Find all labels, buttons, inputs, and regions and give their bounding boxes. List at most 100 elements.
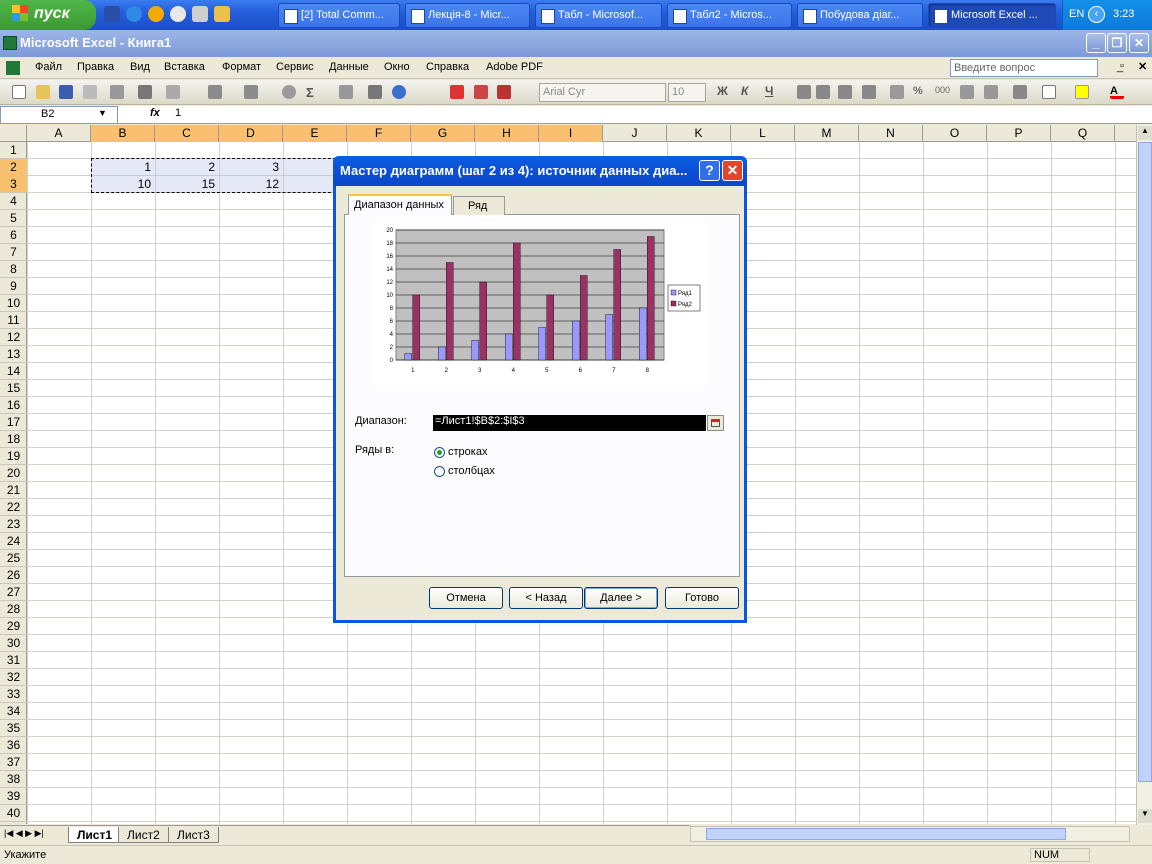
horizontal-scrollbar[interactable] (690, 826, 1130, 842)
sort-icon[interactable] (339, 85, 353, 99)
row-header[interactable]: 22 (0, 499, 27, 516)
undo-icon[interactable] (208, 85, 222, 99)
column-header[interactable]: H (475, 125, 539, 142)
new-icon[interactable] (12, 85, 26, 99)
pdf-icon[interactable] (450, 85, 464, 99)
menu-help[interactable]: Справка (426, 61, 469, 73)
paste-icon[interactable] (166, 85, 180, 99)
cancel-button[interactable]: Отмена (429, 587, 503, 609)
row-header[interactable]: 40 (0, 805, 27, 822)
increase-decimal-icon[interactable] (960, 85, 974, 99)
column-header[interactable]: G (411, 125, 475, 142)
cell-d3[interactable]: 12 (219, 177, 279, 191)
menu-window[interactable]: Окно (384, 61, 410, 73)
vertical-scrollbar[interactable]: ▲ ▼ (1136, 125, 1152, 825)
menu-view[interactable]: Вид (130, 61, 150, 73)
font-name-select[interactable]: Arial Cyr (539, 83, 666, 102)
scroll-down-icon[interactable]: ▼ (1138, 809, 1152, 823)
thousands-icon[interactable]: 000 (935, 85, 950, 99)
collapse-dialog-icon[interactable] (707, 415, 724, 431)
function-icon[interactable]: fx (150, 107, 160, 119)
row-header[interactable]: 23 (0, 516, 27, 533)
preview-icon[interactable] (138, 85, 152, 99)
indent-icon[interactable] (1013, 85, 1027, 99)
row-header[interactable]: 4 (0, 193, 27, 210)
column-header[interactable]: D (219, 125, 283, 142)
series-in-rows-label[interactable]: строках (448, 446, 487, 458)
menu-edit[interactable]: Правка (77, 61, 114, 73)
select-all-corner[interactable] (0, 125, 27, 142)
fill-color-icon[interactable] (1075, 85, 1089, 99)
percent-icon[interactable]: % (913, 85, 927, 99)
back-button[interactable]: < Назад (509, 587, 583, 609)
print-icon[interactable] (110, 85, 124, 99)
scroll-up-icon[interactable]: ▲ (1138, 126, 1152, 140)
row-header[interactable]: 26 (0, 567, 27, 584)
start-button[interactable]: пуск (0, 0, 96, 30)
row-header[interactable]: 28 (0, 601, 27, 618)
minimize-button[interactable]: _ (1086, 33, 1106, 53)
row-header[interactable]: 35 (0, 720, 27, 737)
row-header[interactable]: 25 (0, 550, 27, 567)
formula-input[interactable]: 1 (175, 107, 181, 119)
row-header[interactable]: 3 (0, 176, 27, 193)
save-icon[interactable] (59, 85, 73, 99)
pdf-email-icon[interactable] (474, 85, 488, 99)
restore-button[interactable]: ❐ (1107, 33, 1127, 53)
row-header[interactable]: 18 (0, 431, 27, 448)
redo-icon[interactable] (244, 85, 258, 99)
row-header[interactable]: 33 (0, 686, 27, 703)
taskbar-item-excel[interactable]: Microsoft Excel ... (928, 3, 1056, 28)
row-header[interactable]: 37 (0, 754, 27, 771)
tray-expand-icon[interactable]: ‹ (1088, 6, 1105, 23)
series-in-columns-radio[interactable] (434, 466, 445, 477)
cell-c3[interactable]: 15 (155, 177, 215, 191)
row-header[interactable]: 36 (0, 737, 27, 754)
row-header[interactable]: 19 (0, 448, 27, 465)
column-header[interactable]: P (987, 125, 1051, 142)
cell-d2[interactable]: 3 (219, 160, 279, 174)
save-icon[interactable] (104, 6, 120, 22)
row-header[interactable]: 5 (0, 210, 27, 227)
series-in-rows-radio[interactable] (434, 447, 445, 458)
taskbar-item-tabl[interactable]: Табл - Microsof... (535, 3, 662, 28)
italic-button[interactable]: К (741, 84, 748, 98)
menu-format[interactable]: Формат (222, 61, 261, 73)
row-header[interactable]: 14 (0, 363, 27, 380)
decrease-decimal-icon[interactable] (984, 85, 998, 99)
taskbar-item-totalcmd[interactable]: [2] Total Comm... (278, 3, 400, 28)
row-header[interactable]: 12 (0, 329, 27, 346)
menu-adobe-pdf[interactable]: Adobe PDF (486, 61, 543, 73)
underline-button[interactable]: Ч (765, 84, 773, 98)
row-header[interactable]: 24 (0, 533, 27, 550)
dialog-close-button[interactable]: ✕ (722, 160, 743, 181)
document-icon[interactable] (192, 6, 208, 22)
row-header[interactable]: 32 (0, 669, 27, 686)
hyperlink-icon[interactable] (282, 85, 296, 99)
row-header[interactable]: 30 (0, 635, 27, 652)
column-header[interactable]: E (283, 125, 347, 142)
merge-icon[interactable] (862, 85, 876, 99)
pdf-review-icon[interactable] (497, 85, 511, 99)
next-button[interactable]: Далее > (584, 587, 658, 609)
row-header[interactable]: 13 (0, 346, 27, 363)
doc-restore-button[interactable]: ▫ (1120, 60, 1124, 72)
media-icon[interactable] (148, 6, 164, 22)
row-header[interactable]: 20 (0, 465, 27, 482)
row-header[interactable]: 8 (0, 261, 27, 278)
column-header[interactable]: N (859, 125, 923, 142)
cell-b2[interactable]: 1 (91, 160, 151, 174)
font-size-select[interactable]: 10 (668, 83, 706, 102)
app-icon[interactable] (214, 6, 230, 22)
row-header[interactable]: 21 (0, 482, 27, 499)
row-header[interactable]: 34 (0, 703, 27, 720)
taskbar-item-tabl2[interactable]: Табл2 - Micros... (667, 3, 792, 28)
column-header[interactable]: Q (1051, 125, 1115, 142)
doc-close-button[interactable]: ✕ (1138, 60, 1147, 73)
close-button[interactable]: ✕ (1129, 33, 1149, 53)
align-right-icon[interactable] (838, 85, 852, 99)
range-input[interactable]: =Лист1!$B$2:$I$3 (433, 415, 706, 431)
column-header[interactable]: K (667, 125, 731, 142)
permission-icon[interactable] (83, 85, 97, 99)
tab-sheet1[interactable]: Лист1 (68, 827, 122, 843)
